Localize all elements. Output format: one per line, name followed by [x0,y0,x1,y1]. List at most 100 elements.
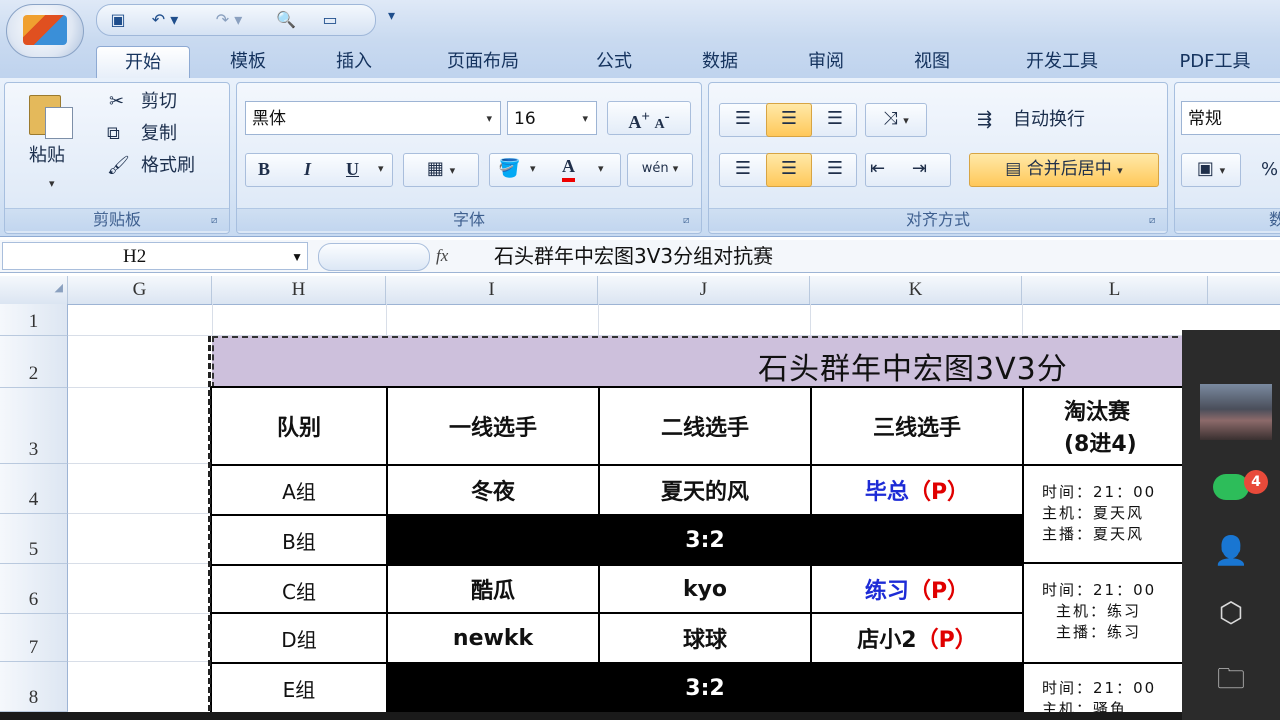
row-header-4[interactable]: 4 [0,464,68,514]
c-player-2[interactable]: kyo [598,564,812,614]
paste-label[interactable]: 粘贴 [29,143,65,169]
bold-button[interactable]: B [258,154,270,184]
wrap-text-icon[interactable]: ⇶ [977,107,992,133]
sheet-title-cell[interactable]: 石头群年中宏图3V3分 [212,336,1208,388]
row-header-6[interactable]: 6 [0,564,68,614]
paste-dropdown-icon[interactable]: ▾ [49,171,55,197]
print-preview-icon[interactable]: 🔍 [273,8,299,32]
copy-button[interactable]: 复制 [141,121,177,147]
a-player-3[interactable]: 毕总 （P） [810,464,1024,516]
fill-color-icon[interactable]: 🪣 [498,154,520,184]
group-b[interactable]: B组 [210,514,388,566]
redo-icon[interactable]: ↷ ▾ [209,8,249,32]
paste-icon[interactable] [25,91,73,139]
d-player-2[interactable]: 球球 [598,612,812,664]
row-header-7[interactable]: 7 [0,614,68,662]
cut-icon[interactable]: ✂ [109,89,124,115]
orientation-button[interactable]: ⤨ ▾ [865,103,927,137]
customize-qat-icon[interactable]: ▾ [388,8,395,24]
align-center-icon[interactable]: ☰ [766,153,812,187]
new-doc-icon[interactable]: ▭ [317,8,343,32]
column-header-k[interactable]: K [810,276,1022,304]
column-header-l[interactable]: L [1022,276,1208,304]
tab-formulas[interactable]: 公式 [572,46,656,78]
office-button[interactable] [6,4,84,58]
header-player-2[interactable]: 二线选手 [598,386,812,466]
formula-input[interactable]: 石头群年中宏图3V3分组对抗赛 [494,242,1274,270]
align-top-icon[interactable]: ☰ [720,104,766,134]
grow-font-button[interactable]: A [628,112,641,132]
tab-developer[interactable]: 开发工具 [1002,46,1122,78]
name-box-dropdown-icon[interactable]: ▼ [291,243,303,271]
insert-function-button[interactable]: fx [436,244,464,268]
font-name-select[interactable]: 黑体 ▾ [245,101,501,135]
box-icon[interactable]: ⬡ [1182,596,1280,629]
column-header-i[interactable]: I [386,276,598,304]
increase-indent-icon[interactable]: ⇥ [912,154,927,184]
save-icon[interactable]: ▣ [105,8,131,32]
font-size-select[interactable]: 16 ▾ [507,101,597,135]
d-player-1[interactable]: newkk [386,612,600,664]
tab-home[interactable]: 开始 [96,46,190,79]
underline-dropdown-icon[interactable]: ▾ [378,154,384,184]
percent-button[interactable]: % [1261,157,1278,183]
tab-page-layout[interactable]: 页面布局 [420,46,546,78]
tab-data[interactable]: 数据 [678,46,762,78]
format-painter-button[interactable]: 格式刷 [141,153,195,179]
group-e[interactable]: E组 [210,662,388,714]
grow-shrink-font-buttons[interactable]: A+ A- [607,101,691,135]
group-a[interactable]: A组 [210,464,388,516]
chat-icon[interactable]: 4 [1182,470,1280,507]
align-right-icon[interactable]: ☰ [812,154,858,184]
d-player-3[interactable]: 店小2 （P） [810,612,1024,664]
photo-thumbnail[interactable] [1200,384,1272,440]
tab-pdf-tools[interactable]: PDF工具 [1160,46,1270,78]
header-player-1[interactable]: 一线选手 [386,386,600,466]
formula-bar-splitter[interactable] [318,243,430,271]
c-player-3[interactable]: 练习 （P） [810,564,1024,614]
group-d[interactable]: D组 [210,612,388,664]
copy-icon[interactable]: ⧉ [107,121,120,147]
dialog-launcher-icon[interactable]: ⧄ [211,215,223,227]
row-header-5[interactable]: 5 [0,514,68,564]
column-header-g[interactable]: G [68,276,212,304]
cut-button[interactable]: 剪切 [141,89,177,115]
borders-button[interactable]: ▦ ▾ [403,153,479,187]
group-c[interactable]: C组 [210,564,388,616]
header-player-3[interactable]: 三线选手 [810,386,1024,466]
tab-view[interactable]: 视图 [890,46,974,78]
tab-templates[interactable]: 模板 [206,46,290,78]
a-player-2[interactable]: 夏天的风 [598,464,812,516]
align-left-icon[interactable]: ☰ [720,154,766,184]
align-bottom-icon[interactable]: ☰ [812,104,858,134]
column-header-j[interactable]: J [598,276,810,304]
align-middle-icon[interactable]: ☰ [766,103,812,137]
accounting-format-button[interactable]: ▣ ▾ [1181,153,1241,187]
font-color-button[interactable]: A [562,154,575,182]
name-box[interactable]: H2 ▼ [2,242,308,270]
row-header-8[interactable]: 8 [0,662,68,712]
select-all-corner[interactable]: ◢ [0,276,68,304]
phonetic-button[interactable]: wén ▾ [627,153,693,187]
format-painter-icon[interactable]: 🖌 [107,153,130,179]
tab-insert[interactable]: 插入 [312,46,396,78]
shrink-font-button[interactable]: A [654,117,664,132]
folder-icon[interactable]: 🗀 [1182,658,1280,706]
a-player-1[interactable]: 冬夜 [386,464,600,516]
tab-review[interactable]: 审阅 [784,46,868,78]
undo-icon[interactable]: ↶ ▾ [145,8,185,32]
merge-center-button[interactable]: ▤ 合并后居中 ▾ [969,153,1159,187]
score-e[interactable]: 3:2 [386,662,1024,714]
row-header-1[interactable]: 1 [0,304,68,336]
score-ab[interactable]: 3:2 [386,514,1024,566]
decrease-indent-icon[interactable]: ⇤ [870,154,885,184]
underline-button[interactable]: U [346,154,359,184]
row-header-2[interactable]: 2 [0,336,68,388]
number-format-select[interactable]: 常规 [1181,101,1280,135]
italic-button[interactable]: I [304,154,311,184]
header-team[interactable]: 队别 [210,386,388,466]
font-dialog-launcher-icon[interactable]: ⧄ [683,215,695,227]
alignment-dialog-launcher-icon[interactable]: ⧄ [1149,215,1161,227]
row-header-3[interactable]: 3 [0,388,68,464]
column-header-h[interactable]: H [212,276,386,304]
